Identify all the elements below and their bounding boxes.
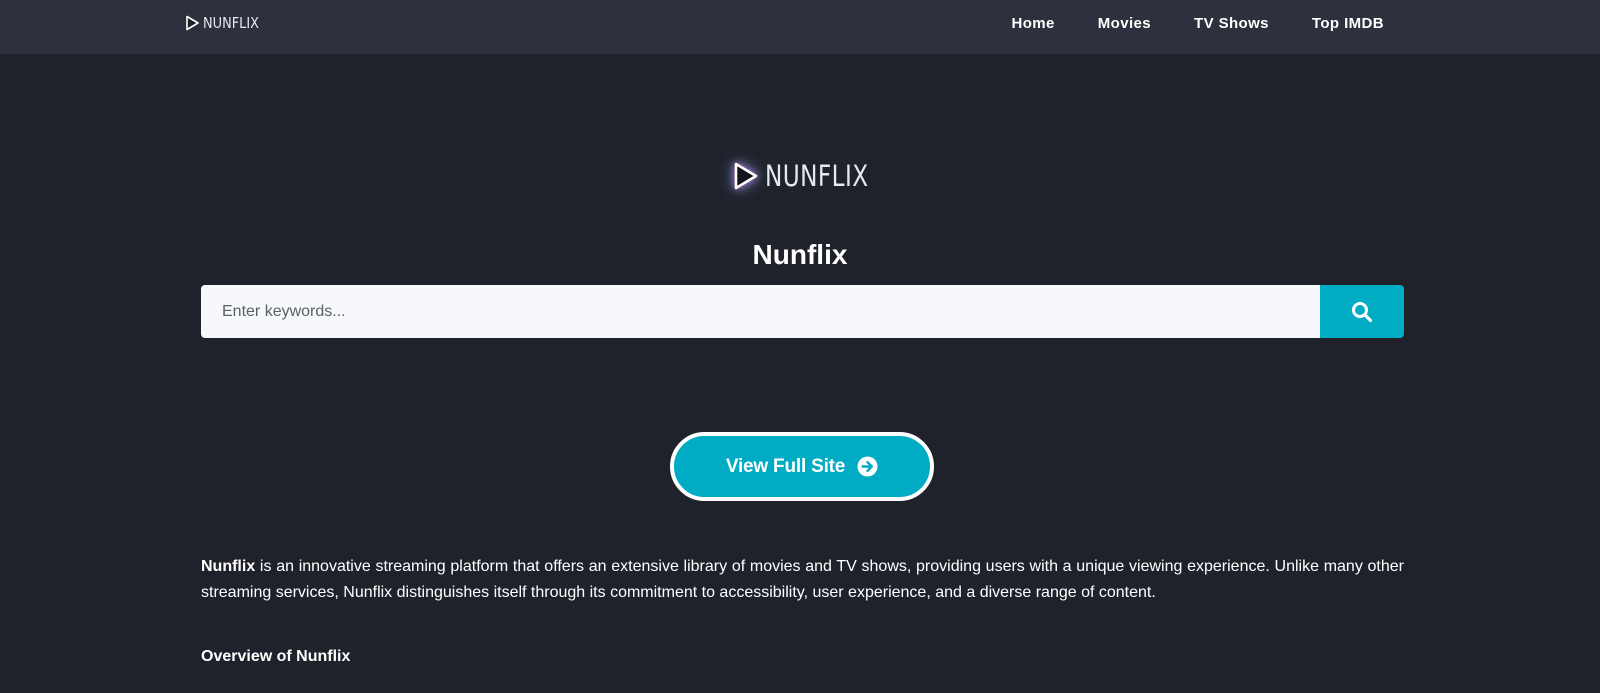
nav-link-home[interactable]: Home: [1012, 15, 1055, 32]
hero-logo: NUNFLIX: [730, 156, 894, 196]
nav-link-top-imdb[interactable]: Top IMDB: [1312, 15, 1384, 32]
play-icon: [186, 15, 199, 31]
overview-heading: Overview of Nunflix: [201, 648, 351, 665]
search-input[interactable]: [201, 285, 1320, 338]
play-icon: [734, 162, 758, 190]
page-title: Nunflix: [752, 239, 848, 270]
arrow-right-circle-icon: [857, 456, 878, 477]
view-full-site-button[interactable]: View Full Site: [670, 432, 934, 501]
search-button[interactable]: [1320, 285, 1404, 338]
view-full-site-label: View Full Site: [725, 455, 846, 477]
main-nav: Home Movies TV Shows Top IMDB: [969, 0, 1385, 46]
header-brand-logo[interactable]: NUNFLIX: [184, 13, 268, 33]
search-form: [201, 285, 1404, 338]
intro-brand-name: Nunflix: [201, 558, 256, 575]
search-icon: [1352, 301, 1373, 322]
intro-text: is an innovative streaming platform that…: [201, 558, 1404, 601]
header-brand-text: NUNFLIX: [203, 14, 259, 32]
nav-link-movies[interactable]: Movies: [1098, 15, 1151, 32]
intro-paragraph: Nunflix is an innovative streaming platf…: [201, 554, 1404, 606]
nav-link-tv-shows[interactable]: TV Shows: [1194, 15, 1269, 32]
top-navigation-bar: NUNFLIX Home Movies TV Shows Top IMDB: [0, 0, 1600, 54]
hero-logo-text: NUNFLIX: [765, 159, 869, 193]
